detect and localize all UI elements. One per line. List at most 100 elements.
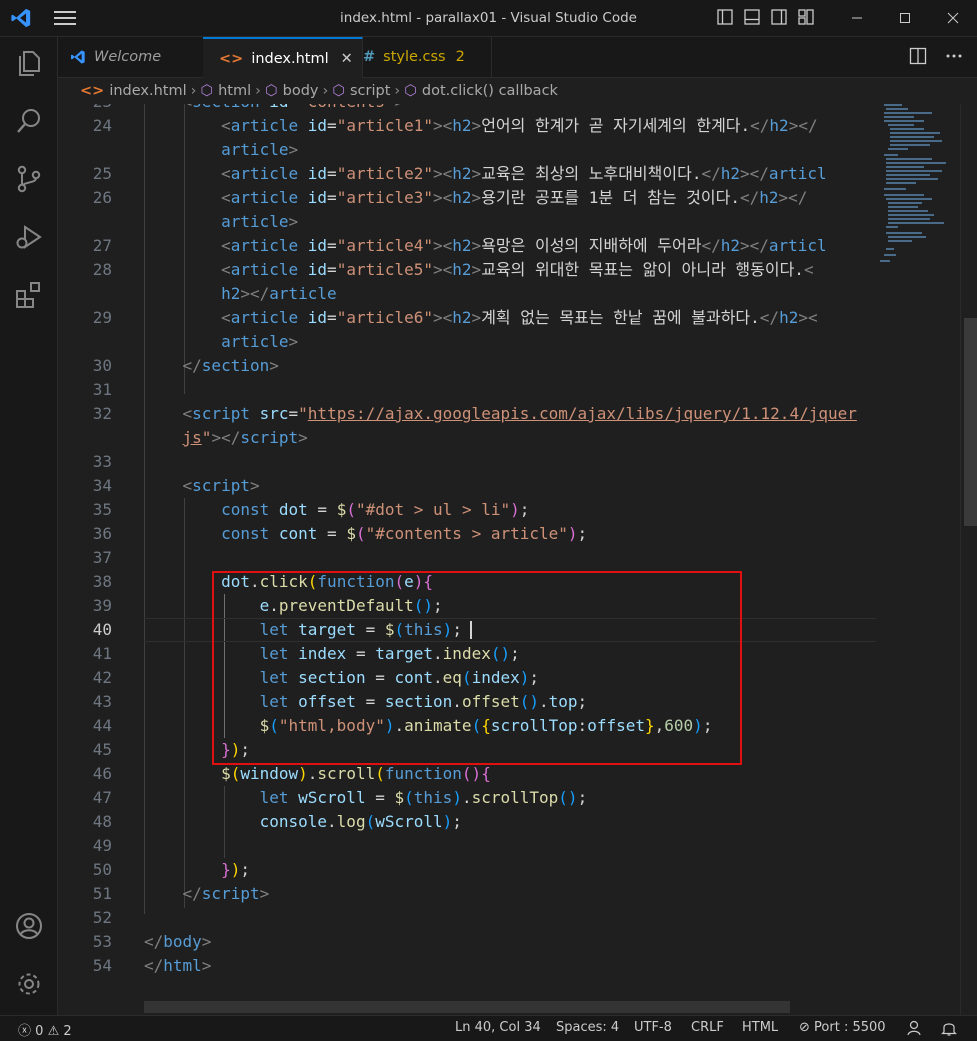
line-number: 34: [92, 476, 112, 495]
line-number: 45: [92, 740, 112, 759]
tab-style-css[interactable]: # style.css 2: [347, 37, 492, 77]
customize-layout-icon[interactable]: [797, 8, 815, 26]
function-cube-icon: ⬡: [404, 83, 417, 99]
code-line[interactable]: 32 <script src="https://ajax.googleapis.…: [58, 402, 876, 426]
tab-welcome[interactable]: Welcome: [58, 37, 215, 77]
extensions-icon[interactable]: [13, 279, 45, 311]
search-icon[interactable]: [13, 105, 45, 137]
feedback-person-icon[interactable]: [906, 1019, 924, 1037]
split-editor-icon[interactable]: [909, 47, 927, 65]
code-line[interactable]: 49: [58, 834, 876, 858]
encoding[interactable]: UTF-8: [634, 1020, 672, 1035]
code-line[interactable]: article>: [58, 138, 876, 162]
line-number: 51: [92, 884, 112, 903]
code-text: const dot = $("#dot > ul > li");: [221, 500, 530, 519]
code-line[interactable]: 34 <script>: [58, 474, 876, 498]
code-line[interactable]: 37: [58, 546, 876, 570]
line-number: 43: [92, 692, 112, 711]
tab-index-html[interactable]: <> index.html ✕: [203, 37, 363, 78]
breadcrumb-item-file[interactable]: index.html: [109, 83, 186, 99]
code-line[interactable]: article>: [58, 210, 876, 234]
code-line[interactable]: 50 });: [58, 858, 876, 882]
line-number: 29: [92, 308, 112, 327]
window-title: index.html - parallax01 - Visual Studio …: [340, 10, 637, 26]
run-debug-icon[interactable]: [13, 221, 45, 253]
code-line[interactable]: 26 <article id="article3"><h2>용기란 공포를 1분…: [58, 186, 876, 210]
line-number: 44: [92, 716, 112, 735]
code-text: <section id="contents">: [144, 104, 405, 114]
accounts-icon[interactable]: [13, 910, 45, 942]
code-line[interactable]: 28 <article id="article5"><h2>교육의 위대한 목표…: [58, 258, 876, 282]
problems-indicator[interactable]: ⓧ 0 ⚠ 2: [18, 1020, 72, 1039]
code-line[interactable]: 53 </body>: [58, 930, 876, 954]
code-line[interactable]: h2></article: [58, 282, 876, 306]
code-line[interactable]: 27 <article id="article4"><h2>욕망은 이성의 지배…: [58, 234, 876, 258]
explorer-files-icon[interactable]: [13, 47, 45, 79]
more-actions-icon[interactable]: [945, 47, 963, 65]
maximize-button[interactable]: [881, 0, 929, 36]
element-cube-icon: ⬡: [332, 83, 345, 99]
code-text: article>: [221, 332, 299, 351]
code-line[interactable]: 51 </script>: [58, 882, 876, 906]
line-number: 31: [92, 380, 112, 399]
code-text: <article id="article4"><h2>욕망은 이성의 지배하에 …: [221, 236, 827, 255]
port-label: Port : 5500: [814, 1020, 886, 1035]
language-mode[interactable]: HTML: [742, 1020, 778, 1035]
breadcrumb-item-html[interactable]: html: [218, 83, 251, 99]
error-icon: ⓧ: [18, 1024, 32, 1039]
html-file-icon: <>: [219, 50, 244, 67]
cursor-position[interactable]: Ln 40, Col 34: [455, 1020, 541, 1035]
code-line[interactable]: 25 <article id="article2"><h2>교육은 최상의 노후…: [58, 162, 876, 186]
minimize-button[interactable]: [833, 0, 881, 36]
code-text: let wScroll = $(this).scrollTop();: [259, 788, 588, 807]
vertical-scrollbar[interactable]: [960, 104, 977, 1015]
code-text: <article id="article5"><h2>교육의 위대한 목표는 앎…: [221, 260, 814, 279]
horizontal-scrollbar[interactable]: [144, 1001, 790, 1013]
line-number: 28: [92, 260, 112, 279]
tab-label: style.css: [383, 49, 446, 65]
code-line[interactable]: js"></script>: [58, 426, 876, 450]
code-line[interactable]: 36 const cont = $("#contents > article")…: [58, 522, 876, 546]
code-text: article>: [221, 140, 299, 159]
code-line[interactable]: 33: [58, 450, 876, 474]
line-number: 38: [92, 572, 112, 591]
code-line[interactable]: 30 </section>: [58, 354, 876, 378]
line-number: 27: [92, 236, 112, 255]
live-server-port[interactable]: ⊘ Port : 5500: [799, 1020, 886, 1035]
toggle-panel-icon[interactable]: [743, 8, 761, 26]
breadcrumb-item-callback[interactable]: dot.click() callback: [422, 83, 558, 99]
toggle-primary-sidebar-icon[interactable]: [716, 8, 734, 26]
code-line[interactable]: 23 <section id="contents">: [58, 104, 876, 114]
code-line[interactable]: 31: [58, 378, 876, 402]
scrollbar-thumb[interactable]: [964, 318, 977, 526]
activity-bar: [0, 37, 58, 1015]
minimize-icon: [852, 17, 862, 19]
code-line[interactable]: 29 <article id="article6"><h2>계획 없는 목표는 …: [58, 306, 876, 330]
chevron-right-icon: ›: [394, 83, 401, 99]
code-line[interactable]: article>: [58, 330, 876, 354]
code-editor[interactable]: 23 <section id="contents">24 <article id…: [58, 104, 977, 1015]
line-number: 35: [92, 500, 112, 519]
code-text: $(window).scroll(function(){: [221, 764, 491, 783]
indentation[interactable]: Spaces: 4: [556, 1020, 619, 1035]
code-line[interactable]: 46 $(window).scroll(function(){: [58, 762, 876, 786]
end-of-line[interactable]: CRLF: [691, 1020, 724, 1035]
source-control-icon[interactable]: [13, 163, 45, 195]
breadcrumb-item-script[interactable]: script: [350, 83, 390, 99]
minimap[interactable]: [876, 104, 960, 1015]
code-line[interactable]: 24 <article id="article1"><h2>언어의 한계가 곧 …: [58, 114, 876, 138]
code-text: </script>: [182, 884, 270, 903]
code-line[interactable]: 54 </html>: [58, 954, 876, 978]
line-number: 54: [92, 956, 112, 975]
notifications-bell-icon[interactable]: [940, 1019, 958, 1037]
close-window-button[interactable]: [929, 0, 977, 36]
line-number: 39: [92, 596, 112, 615]
breadcrumb-item-body[interactable]: body: [283, 83, 319, 99]
code-line[interactable]: 35 const dot = $("#dot > ul > li");: [58, 498, 876, 522]
settings-gear-icon[interactable]: [13, 968, 45, 1000]
code-line[interactable]: 47 let wScroll = $(this).scrollTop();: [58, 786, 876, 810]
toggle-secondary-sidebar-icon[interactable]: [770, 8, 788, 26]
code-line[interactable]: 52: [58, 906, 876, 930]
code-line[interactable]: 48 console.log(wScroll);: [58, 810, 876, 834]
line-number: 50: [92, 860, 112, 879]
